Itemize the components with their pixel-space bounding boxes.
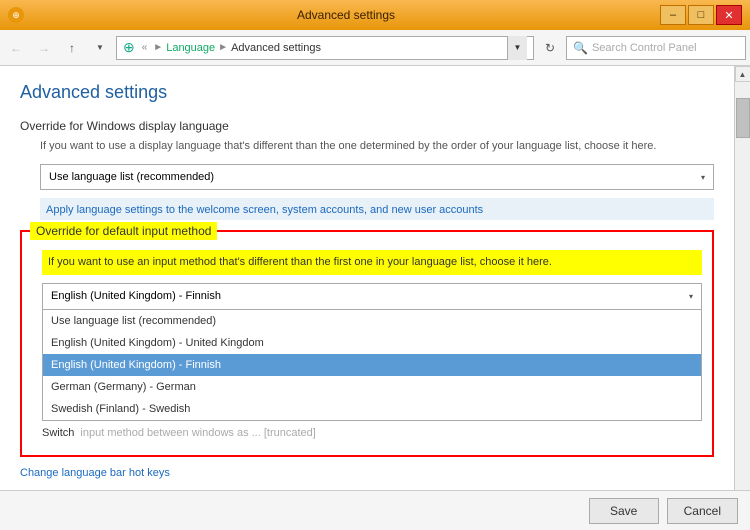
cancel-button[interactable]: Cancel bbox=[667, 498, 738, 524]
refresh-button[interactable]: ↻ bbox=[538, 36, 562, 60]
breadcrumb-sep-1: « bbox=[142, 42, 148, 53]
dropdown-item-1[interactable]: English (United Kingdom) - United Kingdo… bbox=[43, 332, 701, 354]
search-box[interactable]: 🔍 Search Control Panel bbox=[566, 36, 746, 60]
breadcrumb-sep-2: ► bbox=[153, 42, 163, 53]
display-language-title: Override for Windows display language bbox=[20, 119, 714, 133]
apply-language-link[interactable]: Apply language settings to the welcome s… bbox=[46, 204, 483, 216]
address-dropdown-button[interactable]: ▼ bbox=[507, 36, 527, 60]
address-bar: ← → ↑ ▼ ⊕ « ► Language ► Advanced settin… bbox=[0, 30, 750, 66]
display-language-desc: If you want to use a display language th… bbox=[40, 139, 714, 154]
search-icon: 🔍 bbox=[573, 41, 588, 55]
breadcrumb: ⊕ « ► Language ► Advanced settings bbox=[123, 39, 507, 56]
title-bar: ⊕ Advanced settings – □ ✕ bbox=[0, 0, 750, 30]
app-icon: ⊕ bbox=[8, 7, 24, 23]
dropdown-selected-value: English (United Kingdom) - Finnish bbox=[51, 290, 221, 302]
switch-section: Switch input method between windows as .… bbox=[42, 427, 702, 439]
dropdown-item-0[interactable]: Use language list (recommended) bbox=[43, 310, 701, 332]
forward-button[interactable]: → bbox=[32, 36, 56, 60]
save-button[interactable]: Save bbox=[589, 498, 659, 524]
scrollbar-thumb[interactable] bbox=[736, 98, 750, 138]
scroll-up-arrow[interactable]: ▲ bbox=[735, 66, 750, 82]
breadcrumb-current: Advanced settings bbox=[231, 42, 321, 54]
change-hotkeys-link[interactable]: Change language bar hot keys bbox=[20, 467, 170, 479]
address-path: ⊕ « ► Language ► Advanced settings ▼ bbox=[116, 36, 534, 60]
main-container: Advanced settings Override for Windows d… bbox=[0, 66, 750, 490]
display-language-value: Use language list (recommended) bbox=[49, 171, 214, 183]
dropdown-item-2[interactable]: English (United Kingdom) - Finnish bbox=[43, 354, 701, 376]
dropdown-item-4[interactable]: Swedish (Finland) - Swedish bbox=[43, 398, 701, 420]
minimize-button[interactable]: – bbox=[660, 5, 686, 25]
dropdown-header[interactable]: English (United Kingdom) - Finnish ▾ bbox=[43, 284, 701, 310]
recent-locations-button[interactable]: ▼ bbox=[88, 36, 112, 60]
scrollbar[interactable]: ▲ bbox=[734, 66, 750, 490]
input-method-dropdown[interactable]: English (United Kingdom) - Finnish ▾ Use… bbox=[42, 283, 702, 421]
switch-content: input method between windows as ... [tru… bbox=[80, 427, 315, 439]
bottom-bar: Save Cancel bbox=[0, 490, 750, 530]
input-method-section: Override for default input method If you… bbox=[20, 230, 714, 457]
dropdown-chevron-icon: ▾ bbox=[689, 292, 693, 301]
content-area: Advanced settings Override for Windows d… bbox=[0, 66, 734, 490]
dropdown-list: Use language list (recommended) English … bbox=[43, 310, 701, 420]
up-button[interactable]: ↑ bbox=[60, 36, 84, 60]
close-button[interactable]: ✕ bbox=[716, 5, 742, 25]
window-controls: – □ ✕ bbox=[660, 5, 742, 25]
display-language-dropdown[interactable]: Use language list (recommended) ▾ bbox=[40, 164, 714, 190]
breadcrumb-link-lang[interactable]: Language bbox=[166, 42, 215, 54]
breadcrumb-sep-3: ► bbox=[218, 42, 228, 53]
maximize-button[interactable]: □ bbox=[688, 5, 714, 25]
dropdown-arrow-icon: ▾ bbox=[701, 173, 705, 182]
page-title: Advanced settings bbox=[20, 82, 714, 103]
search-placeholder: Search Control Panel bbox=[592, 42, 697, 54]
back-button[interactable]: ← bbox=[4, 36, 28, 60]
dropdown-item-3[interactable]: German (Germany) - German bbox=[43, 376, 701, 398]
window-title: Advanced settings bbox=[32, 8, 660, 22]
input-method-desc: If you want to use an input method that'… bbox=[42, 250, 702, 275]
switch-label: Switch bbox=[42, 427, 74, 439]
input-method-title: Override for default input method bbox=[30, 222, 217, 240]
